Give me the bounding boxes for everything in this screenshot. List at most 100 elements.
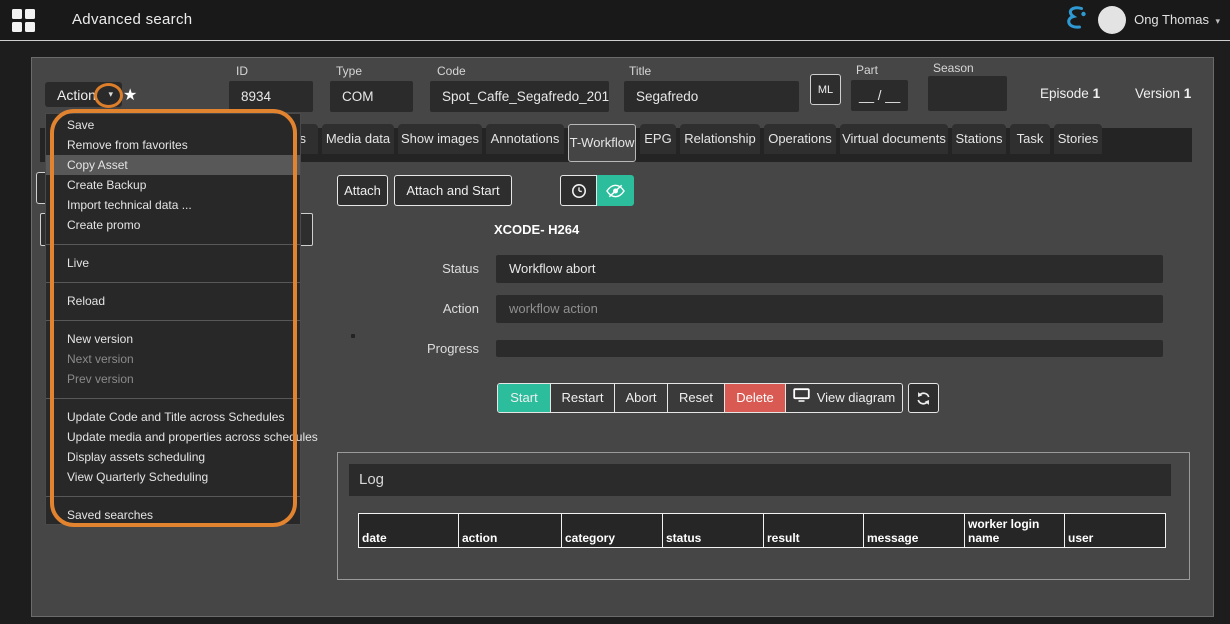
- tab-relationship[interactable]: Relationship: [680, 124, 760, 154]
- menu-separator: [46, 398, 300, 399]
- action-dropdown-button[interactable]: Action ▾: [45, 82, 122, 107]
- apps-grid-icon[interactable]: [12, 9, 35, 32]
- user-menu[interactable]: Ong Thomas ▾: [1134, 11, 1220, 29]
- view-diagram-label: View diagram: [817, 384, 896, 412]
- tab-t-workflow[interactable]: T-Workflow: [568, 124, 636, 162]
- log-col-action[interactable]: action: [459, 514, 562, 548]
- refresh-button[interactable]: [908, 383, 939, 413]
- progress-label: Progress: [379, 341, 479, 356]
- tab-stations[interactable]: Stations: [952, 124, 1006, 154]
- tab-stories[interactable]: Stories: [1054, 124, 1102, 154]
- log-table: date action category status result messa…: [358, 513, 1166, 548]
- version-label: Version: [1135, 86, 1180, 101]
- tab-virtual-documents[interactable]: Virtual documents: [840, 124, 948, 154]
- menu-item-import-technical-data[interactable]: Import technical data ...: [46, 195, 300, 215]
- menu-item-copy-asset[interactable]: Copy Asset: [46, 155, 300, 175]
- season-label: Season: [933, 61, 974, 75]
- eye-off-icon: [606, 184, 625, 198]
- code-input[interactable]: Spot_Caffe_Segafredo_201: [430, 81, 609, 112]
- action-button-label: Action: [57, 87, 96, 103]
- reset-button[interactable]: Reset: [667, 384, 724, 412]
- title-input[interactable]: Segafredo: [624, 81, 799, 112]
- menu-item-display-assets-scheduling[interactable]: Display assets scheduling: [46, 447, 300, 467]
- delete-button[interactable]: Delete: [724, 384, 785, 412]
- start-button[interactable]: Start: [498, 384, 550, 412]
- log-panel: Log date action category status result m…: [337, 452, 1190, 580]
- log-header: Log: [349, 464, 1171, 496]
- menu-item-create-backup[interactable]: Create Backup: [46, 175, 300, 195]
- episode-label: Episode: [1040, 86, 1089, 101]
- type-input[interactable]: COM: [330, 81, 413, 112]
- monitor-icon: [793, 384, 810, 412]
- menu-item-saved-searches[interactable]: Saved searches: [46, 505, 300, 525]
- menu-item-remove-from-favorites[interactable]: Remove from favorites: [46, 135, 300, 155]
- part-input[interactable]: __ / __: [851, 80, 908, 111]
- menu-item-update-code-title[interactable]: Update Code and Title across Schedules: [46, 407, 300, 427]
- menu-item-view-quarterly-scheduling[interactable]: View Quarterly Scheduling: [46, 467, 300, 487]
- log-col-worker-login-name[interactable]: worker login name: [965, 514, 1065, 548]
- tab-media-data[interactable]: Media data: [322, 124, 394, 154]
- id-label: ID: [236, 64, 248, 78]
- menu-item-next-version: Next version: [46, 349, 300, 369]
- ml-button[interactable]: ML: [810, 74, 841, 105]
- log-col-user[interactable]: user: [1065, 514, 1166, 548]
- top-bar: Advanced search Ong Thomas ▾: [0, 0, 1230, 41]
- code-label: Code: [437, 64, 466, 78]
- action-dropdown-menu: Save Remove from favorites Copy Asset Cr…: [45, 113, 301, 525]
- attach-and-start-button[interactable]: Attach and Start: [394, 175, 512, 206]
- tab-task[interactable]: Task: [1010, 124, 1050, 154]
- clock-icon: [571, 183, 587, 199]
- page-title: Advanced search: [72, 0, 192, 40]
- menu-item-save[interactable]: Save: [46, 115, 300, 135]
- tab-show-images[interactable]: Show images: [398, 124, 482, 154]
- menu-item-live[interactable]: Live: [46, 253, 300, 273]
- id-input[interactable]: 8934: [229, 81, 313, 112]
- menu-item-reload[interactable]: Reload: [46, 291, 300, 311]
- chevron-down-icon: ▾: [1213, 16, 1220, 26]
- episode-indicator: Episode 1: [1040, 86, 1100, 101]
- stray-dot: [351, 334, 355, 338]
- log-col-status[interactable]: status: [663, 514, 764, 548]
- log-col-category[interactable]: category: [562, 514, 663, 548]
- version-value: 1: [1184, 86, 1192, 101]
- status-field[interactable]: Workflow abort: [496, 255, 1163, 283]
- menu-item-new-version[interactable]: New version: [46, 329, 300, 349]
- attach-button[interactable]: Attach: [337, 175, 388, 206]
- favorite-star-icon[interactable]: ★: [123, 85, 137, 105]
- menu-separator: [46, 496, 300, 497]
- log-col-message[interactable]: message: [864, 514, 965, 548]
- refresh-icon: [916, 391, 931, 406]
- user-avatar[interactable]: [1098, 6, 1126, 34]
- abort-button[interactable]: Abort: [614, 384, 667, 412]
- tab-annotations[interactable]: Annotations: [486, 124, 564, 154]
- menu-separator: [46, 244, 300, 245]
- menu-item-update-media-properties[interactable]: Update media and properties across sched…: [46, 427, 300, 447]
- restart-button[interactable]: Restart: [550, 384, 614, 412]
- season-input[interactable]: [928, 76, 1007, 111]
- progress-bar: [496, 340, 1163, 357]
- version-indicator: Version 1: [1135, 86, 1191, 101]
- workflow-action-label: Action: [379, 301, 479, 316]
- part-label: Part: [856, 63, 878, 77]
- hide-preview-button[interactable]: [597, 175, 634, 206]
- log-col-result[interactable]: result: [764, 514, 864, 548]
- workflow-action-input[interactable]: workflow action: [496, 295, 1163, 323]
- status-label: Status: [379, 261, 479, 276]
- tab-operations[interactable]: Operations: [764, 124, 836, 154]
- user-name: Ong Thomas: [1134, 12, 1209, 27]
- log-col-date[interactable]: date: [359, 514, 459, 548]
- workflow-button-group: Start Restart Abort Reset Delete View di…: [497, 383, 903, 413]
- tab-epg[interactable]: EPG: [640, 124, 676, 154]
- menu-item-prev-version: Prev version: [46, 369, 300, 389]
- menu-item-create-promo[interactable]: Create promo: [46, 215, 300, 235]
- schedule-clock-button[interactable]: [560, 175, 597, 206]
- title-label: Title: [629, 64, 651, 78]
- screen: Advanced search Ong Thomas ▾ ID 8934 Typ…: [0, 0, 1230, 624]
- brand-logo-icon: [1060, 3, 1090, 38]
- caret-down-icon: ▾: [108, 89, 113, 100]
- menu-separator: [46, 320, 300, 321]
- type-label: Type: [336, 64, 362, 78]
- xcode-section-title: XCODE- H264: [494, 222, 579, 237]
- view-diagram-button[interactable]: View diagram: [785, 384, 902, 412]
- menu-separator: [46, 282, 300, 283]
